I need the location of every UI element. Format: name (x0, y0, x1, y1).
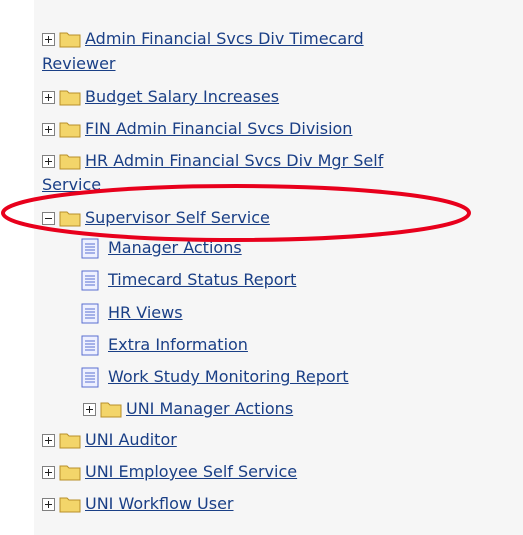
tree-node-fin-admin[interactable]: FIN Admin Financial Svcs Division (42, 117, 352, 141)
tree-node-admin-financial[interactable]: Admin Financial Svcs Div Timecard (42, 27, 364, 51)
expand-plus-icon[interactable] (42, 497, 55, 511)
uni-employee-link[interactable]: UNI Employee Self Service (85, 463, 297, 481)
hr-admin-link-wrap[interactable]: Service (42, 175, 101, 194)
folder-icon (59, 465, 81, 481)
expand-plus-icon[interactable] (42, 32, 55, 46)
uni-auditor-link[interactable]: UNI Auditor (85, 431, 177, 449)
document-icon (81, 238, 99, 258)
folder-icon (59, 433, 81, 449)
supervisor-link[interactable]: Supervisor Self Service (85, 209, 270, 227)
extra-information-link[interactable]: Extra Information (108, 336, 248, 354)
tree-node-uni-workflow[interactable]: UNI Workflow User (42, 492, 234, 516)
tree-node-hr-admin[interactable]: HR Admin Financial Svcs Div Mgr Self (42, 149, 383, 173)
work-study-link[interactable]: Work Study Monitoring Report (108, 368, 349, 386)
admin-financial-link-wrap[interactable]: Reviewer (42, 54, 116, 73)
expand-plus-icon[interactable] (42, 90, 55, 104)
folder-icon (59, 154, 81, 170)
expand-plus-icon[interactable] (42, 122, 55, 136)
uni-workflow-link[interactable]: UNI Workflow User (85, 495, 234, 513)
expand-plus-icon[interactable] (42, 433, 55, 447)
folder-icon (59, 497, 81, 513)
tree-leaf-work-study[interactable]: Work Study Monitoring Report (81, 365, 349, 389)
tree-leaf-manager-actions[interactable]: Manager Actions (81, 236, 242, 260)
uni-manager-actions-link[interactable]: UNI Manager Actions (126, 400, 293, 418)
expand-plus-icon[interactable] (42, 154, 55, 168)
hr-admin-link[interactable]: HR Admin Financial Svcs Div Mgr Self (85, 152, 383, 170)
tree-leaf-extra-information[interactable]: Extra Information (81, 333, 248, 357)
admin-financial-link[interactable]: Admin Financial Svcs Div Timecard (85, 30, 364, 48)
tree-node-uni-auditor[interactable]: UNI Auditor (42, 428, 177, 452)
tree-node-budget-salary[interactable]: Budget Salary Increases (42, 85, 279, 109)
manager-actions-link[interactable]: Manager Actions (108, 239, 242, 257)
tree-node-supervisor[interactable]: Supervisor Self Service (42, 206, 270, 230)
document-icon (81, 303, 99, 323)
folder-icon (100, 402, 122, 418)
document-icon (81, 335, 99, 355)
timecard-status-link[interactable]: Timecard Status Report (108, 271, 296, 289)
tree-leaf-hr-views[interactable]: HR Views (81, 301, 183, 325)
tree-node-uni-employee[interactable]: UNI Employee Self Service (42, 460, 297, 484)
folder-icon (59, 90, 81, 106)
budget-salary-link[interactable]: Budget Salary Increases (85, 88, 279, 106)
hr-views-link[interactable]: HR Views (108, 304, 183, 322)
expand-plus-icon[interactable] (42, 465, 55, 479)
tree-node-uni-manager-actions[interactable]: UNI Manager Actions (83, 397, 293, 421)
folder-icon (59, 32, 81, 48)
fin-admin-link[interactable]: FIN Admin Financial Svcs Division (85, 120, 352, 138)
expand-plus-icon[interactable] (83, 402, 96, 416)
document-icon (81, 367, 99, 387)
open-folder-icon (59, 211, 81, 227)
tree-leaf-timecard-status[interactable]: Timecard Status Report (81, 268, 296, 292)
folder-icon (59, 122, 81, 138)
collapse-minus-icon[interactable] (42, 211, 55, 225)
document-icon (81, 270, 99, 290)
